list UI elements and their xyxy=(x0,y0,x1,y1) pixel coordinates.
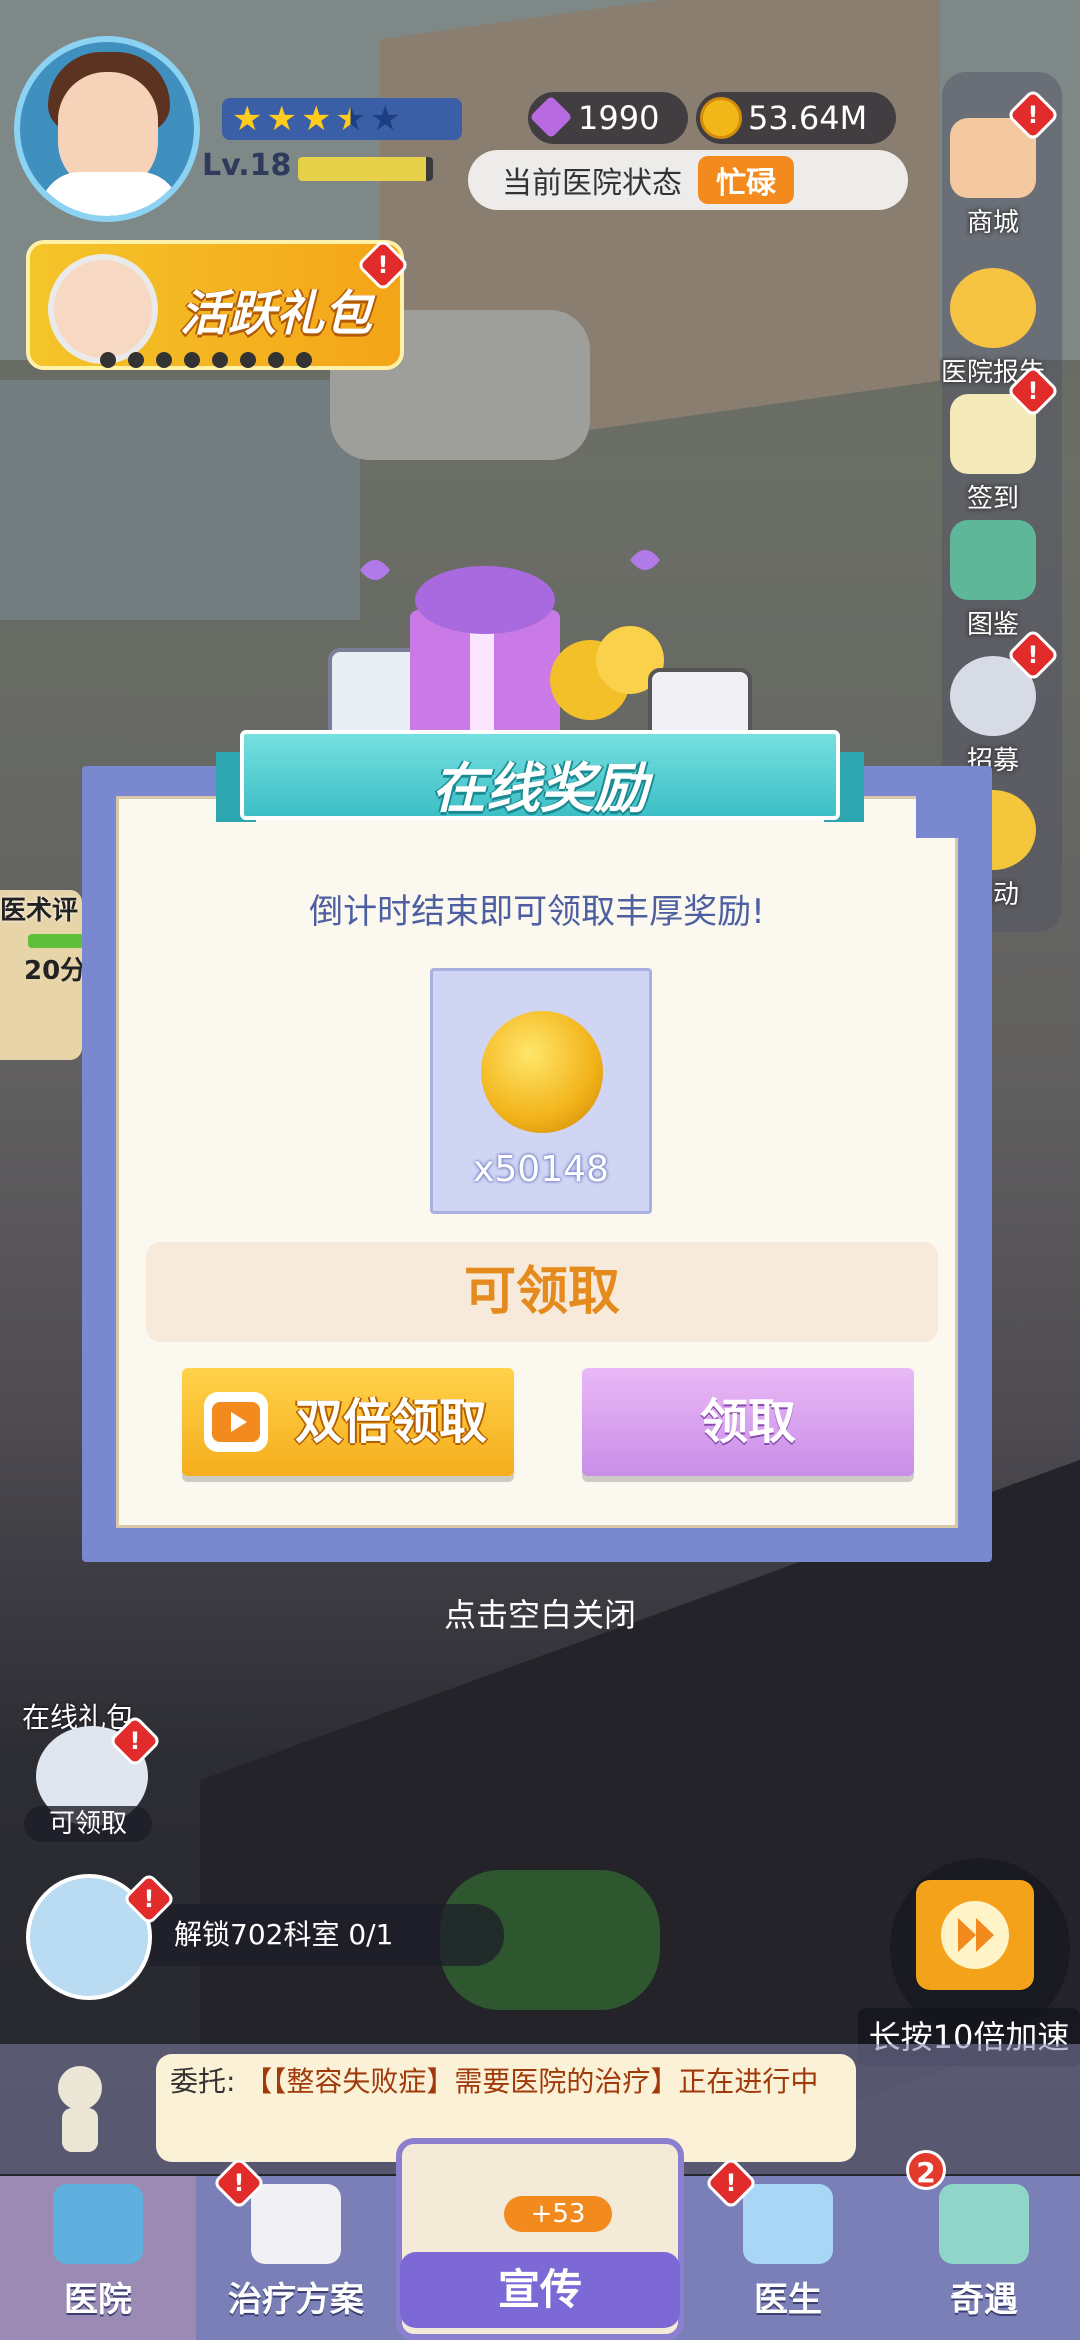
quest-tracker[interactable]: 解锁702科室 0/1 xyxy=(150,1904,504,1966)
adventure-count-badge: 2 xyxy=(906,2150,946,2190)
double-claim-button[interactable]: 双倍领取 xyxy=(182,1368,514,1476)
commission-text: 【【整容失败症】需要医院的治疗】正在进行中 xyxy=(244,2065,819,2098)
player-avatar[interactable] xyxy=(14,36,200,222)
dialog-title-ribbon: 在线奖励 xyxy=(216,730,864,840)
gift-pile-icon xyxy=(290,540,760,760)
hospital-status[interactable]: 当前医院状态 忙碌 xyxy=(468,150,908,210)
old-doctor-icon xyxy=(48,254,158,364)
speed-up-button[interactable] xyxy=(916,1880,1034,1990)
buildings-icon xyxy=(939,2184,1029,2264)
gem-counter[interactable]: 1990 xyxy=(528,92,688,144)
nav-label: 医生 xyxy=(754,2280,822,2320)
coin-amount: 53.64M xyxy=(748,99,868,137)
gem-icon xyxy=(529,95,573,139)
claimable-status: 可领取 xyxy=(146,1242,938,1342)
active-pack-button[interactable]: 活跃礼包 xyxy=(26,240,404,370)
mummy-patient-icon xyxy=(58,2066,102,2152)
status-label: 当前医院状态 xyxy=(502,166,682,201)
status-badge: 忙碌 xyxy=(698,156,794,204)
star-icon: ★ xyxy=(232,99,263,139)
gem-amount: 1990 xyxy=(578,99,660,137)
level-progress-fill xyxy=(298,157,427,181)
reward-amount: x50148 xyxy=(473,1149,609,1190)
coin-counter[interactable]: 53.64M xyxy=(696,92,896,144)
avatar-coat xyxy=(40,172,180,216)
side-item-label: 签到 xyxy=(966,484,1019,514)
level-progress-bar xyxy=(298,157,433,181)
video-ad-icon xyxy=(204,1392,268,1452)
hospital-rating-stars: ★ ★ ★ ★ ★ xyxy=(222,98,462,140)
side-item-label: 图鉴 xyxy=(966,610,1019,640)
nav-label: 奇遇 xyxy=(950,2280,1018,2320)
online-gift-status: 可领取 xyxy=(24,1806,152,1842)
hospital-icon xyxy=(53,2184,143,2264)
claim-label: 领取 xyxy=(699,1394,796,1450)
side-item-cards[interactable]: 图鉴 xyxy=(928,520,1058,641)
nav-treatment[interactable]: 治疗方案 xyxy=(196,2176,396,2340)
side-item-label: 商城 xyxy=(966,208,1019,238)
star-icon: ★ xyxy=(335,99,366,139)
doctor-icon xyxy=(743,2184,833,2264)
nav-label: 医院 xyxy=(64,2280,132,2320)
nav-hospital[interactable]: 医院 xyxy=(0,2176,196,2340)
nav-adventure[interactable]: 奇遇 xyxy=(888,2176,1080,2340)
promotion-label: 宣传 xyxy=(400,2252,680,2328)
medical-eval-bar xyxy=(28,934,84,948)
coin-icon xyxy=(700,97,742,139)
star-icon: ★ xyxy=(300,99,332,139)
star-icon: ★ xyxy=(369,99,401,139)
nav-doctor[interactable]: 医生 xyxy=(688,2176,888,2340)
player-level: Lv.18 xyxy=(202,148,292,183)
gold-coin-icon xyxy=(481,1011,603,1133)
active-pack-label: 活跃礼包 xyxy=(180,286,373,342)
fast-forward-icon xyxy=(941,1901,1009,1969)
close-hint[interactable]: 点击空白关闭 xyxy=(0,1590,1080,1636)
pack-pager-dots xyxy=(100,352,312,368)
claim-button[interactable]: 领取 xyxy=(582,1368,914,1476)
commission-lead: 委托: xyxy=(170,2065,245,2098)
nav-label: 治疗方案 xyxy=(228,2280,364,2320)
star-icon: ★ xyxy=(266,99,297,139)
medical-eval-points: 20分 xyxy=(24,956,87,986)
report-icon xyxy=(950,268,1036,348)
medical-eval-label: 医术评 xyxy=(0,896,79,926)
dialog-title: 在线奖励 xyxy=(432,757,648,820)
double-claim-label: 双倍领取 xyxy=(294,1394,487,1450)
reward-card: x50148 xyxy=(430,968,652,1214)
medical-kit-icon xyxy=(251,2184,341,2264)
dialog-subtitle: 倒计时结束即可领取丰厚奖励! xyxy=(309,892,765,932)
cards-icon xyxy=(950,520,1036,600)
promotion-bonus: +53 xyxy=(504,2196,612,2232)
